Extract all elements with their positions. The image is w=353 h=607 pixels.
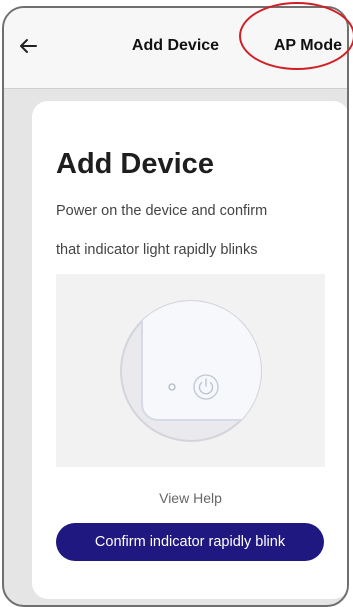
card-title: Add Device: [56, 148, 214, 180]
device-illustration: [56, 274, 325, 467]
ap-mode-button[interactable]: AP Mode: [274, 37, 342, 55]
phone-frame: Add Device AP Mode Add Device Power on t…: [2, 6, 349, 607]
description-line-1: Power on the device and confirm: [56, 203, 268, 219]
content-card: Add Device Power on the device and confi…: [32, 101, 347, 599]
description-line-2: that indicator light rapidly blinks: [56, 242, 258, 258]
view-help-link[interactable]: View Help: [32, 490, 347, 506]
header-bar: Add Device AP Mode: [4, 8, 347, 89]
confirm-button[interactable]: Confirm indicator rapidly blink: [56, 523, 324, 561]
